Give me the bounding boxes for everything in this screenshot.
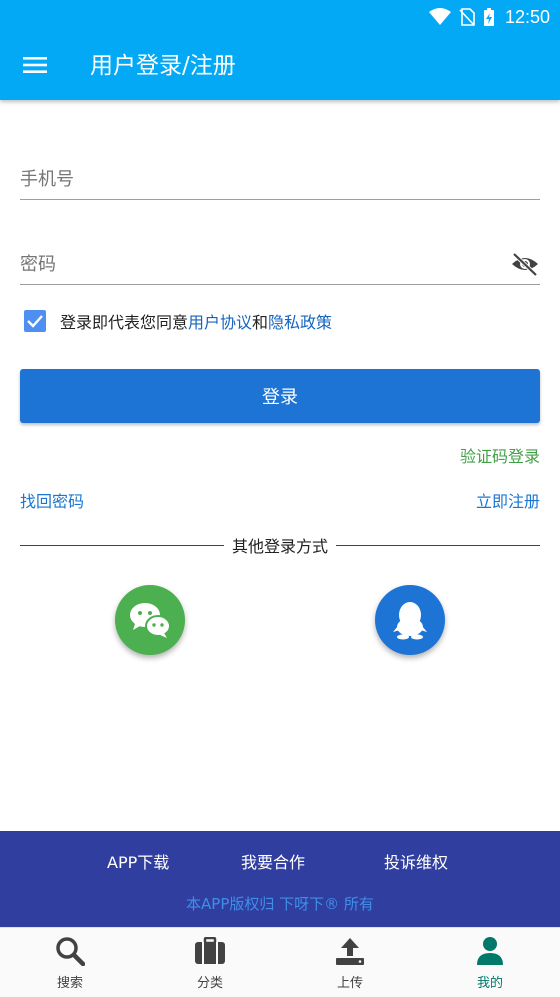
agree-checkbox[interactable] bbox=[24, 310, 46, 332]
phone-input[interactable] bbox=[20, 160, 540, 198]
agreement-row: 登录即代表您同意 用户协议 和 隐私政策 bbox=[24, 308, 332, 334]
hamburger-icon bbox=[23, 57, 47, 73]
qq-login-button[interactable] bbox=[375, 585, 445, 655]
nav-item-search[interactable]: 搜索 bbox=[35, 936, 105, 994]
forgot-password-link[interactable]: 找回密码 bbox=[20, 488, 84, 512]
status-time: 12:50 bbox=[504, 6, 550, 27]
nav-label-upload: 上传 bbox=[336, 976, 363, 991]
login-button[interactable]: 登录 bbox=[20, 369, 540, 423]
divider-line-right bbox=[336, 544, 541, 546]
agree-prefix: 登录即代表您同意 bbox=[60, 313, 189, 332]
wechat-login-button[interactable] bbox=[115, 585, 185, 655]
nav-item-upload[interactable]: 上传 bbox=[315, 936, 385, 994]
nav-label-category: 分类 bbox=[196, 976, 223, 991]
bottom-navigation: 搜索 分类 上传 我的 bbox=[0, 927, 560, 997]
user-icon bbox=[474, 936, 506, 966]
app-bar: 12:50 用户登录/注册 bbox=[0, 0, 560, 100]
phone-field bbox=[20, 160, 540, 200]
status-bar: 12:50 bbox=[0, 0, 560, 34]
footer: APP下载 我要合作 投诉维权 本APP版权归 下呀下® 所有 bbox=[0, 831, 560, 927]
divider-line-left bbox=[20, 544, 224, 546]
nav-item-category[interactable]: 分类 bbox=[175, 936, 245, 994]
nav-item-mine[interactable]: 我的 bbox=[455, 936, 525, 994]
nav-label-search: 搜索 bbox=[56, 976, 83, 991]
footer-links: APP下载 我要合作 投诉维权 bbox=[0, 849, 560, 875]
upload-icon bbox=[334, 936, 366, 966]
briefcase-icon bbox=[194, 936, 226, 966]
page-title: 用户登录/注册 bbox=[90, 53, 236, 79]
other-login-divider: 其他登录方式 bbox=[20, 535, 541, 556]
wechat-icon bbox=[130, 603, 171, 638]
footer-link-cooperation[interactable]: 我要合作 bbox=[241, 849, 305, 873]
password-field bbox=[20, 245, 540, 285]
nav-label-mine: 我的 bbox=[476, 976, 503, 991]
agree-and: 和 bbox=[252, 313, 269, 332]
sms-login-link[interactable]: 验证码登录 bbox=[460, 443, 540, 467]
no-sim-icon bbox=[459, 8, 475, 26]
search-icon bbox=[54, 936, 86, 966]
user-agreement-link[interactable]: 用户协议 bbox=[188, 309, 252, 333]
privacy-policy-link[interactable]: 隐私政策 bbox=[268, 309, 332, 333]
register-link[interactable]: 立即注册 bbox=[476, 488, 540, 512]
password-input[interactable] bbox=[20, 245, 500, 283]
copyright-text: 本APP版权归 下呀下® 所有 bbox=[186, 895, 374, 913]
menu-button[interactable] bbox=[18, 50, 52, 80]
wifi-icon bbox=[428, 8, 451, 26]
footer-link-app-download[interactable]: APP下载 bbox=[107, 849, 169, 873]
check-icon bbox=[27, 315, 43, 328]
footer-link-complaint[interactable]: 投诉维权 bbox=[384, 849, 448, 873]
hide-password-icon[interactable] bbox=[510, 251, 540, 277]
other-login-label: 其他登录方式 bbox=[232, 537, 329, 556]
battery-charging-icon bbox=[483, 7, 495, 27]
qq-icon bbox=[393, 602, 427, 640]
